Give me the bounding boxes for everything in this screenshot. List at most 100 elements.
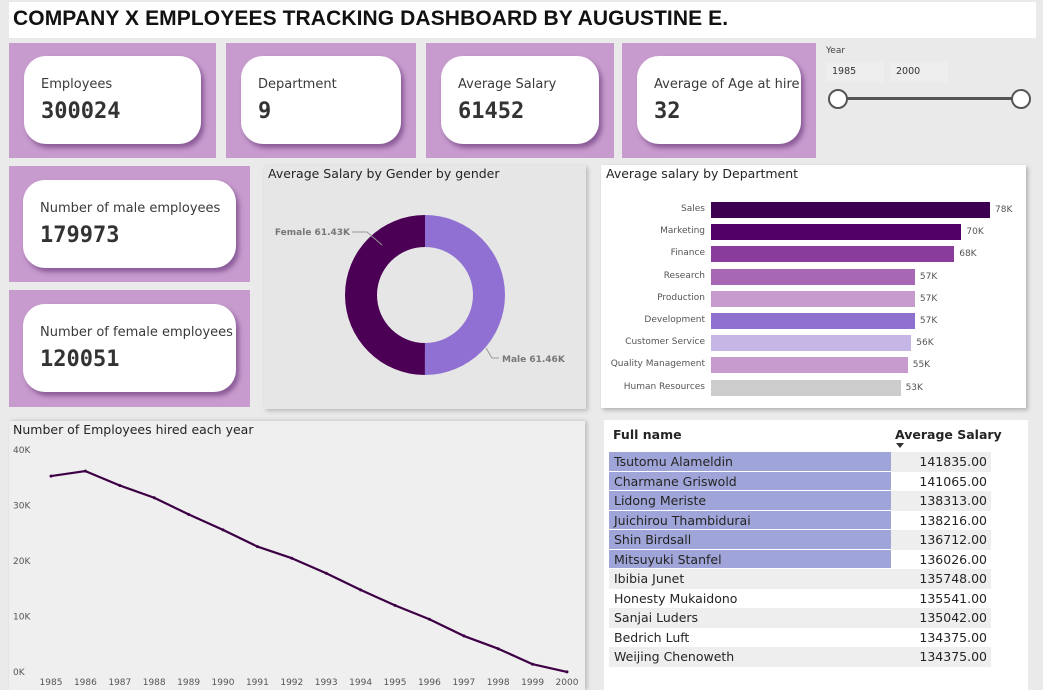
hires-data-point[interactable]	[83, 469, 87, 473]
hires-data-point[interactable]	[531, 662, 535, 666]
table-row[interactable]: Shin Birdsall 136712.00	[609, 530, 991, 550]
hires-data-point[interactable]	[221, 528, 225, 532]
kpi-card-department[interactable]: Department 9	[241, 56, 401, 144]
slicer-track[interactable]	[838, 97, 1021, 100]
leader-line-male	[485, 347, 499, 359]
table-header-name[interactable]: Full name	[613, 427, 682, 442]
table-row[interactable]: Sanjai Luders 135042.00	[609, 608, 991, 628]
table-row[interactable]: Lidong Meriste 138313.00	[609, 491, 991, 511]
bar-category-label: Customer Service	[625, 337, 705, 348]
kpi-card-average-age[interactable]: Average of Age at hire 32	[637, 56, 801, 144]
x-tick-label: 1998	[487, 678, 510, 688]
hires-data-point[interactable]	[462, 634, 466, 638]
hires-data-point[interactable]	[565, 670, 569, 674]
x-tick-label: 1989	[177, 678, 200, 688]
hires-data-point[interactable]	[393, 603, 397, 607]
cell-average-salary: 134375.00	[891, 647, 991, 667]
cell-average-salary: 135748.00	[891, 569, 991, 589]
cell-average-salary: 135541.00	[891, 588, 991, 608]
hires-data-point[interactable]	[187, 512, 191, 516]
cell-average-salary: 134375.00	[891, 627, 991, 647]
bar-category-label: Development	[644, 315, 705, 325]
kpi-card-female[interactable]: Number of female employees 120051	[23, 304, 236, 392]
bar-category-label: Human Resources	[623, 381, 705, 392]
x-tick-label: 1993	[315, 678, 338, 688]
kpi-value: 179973	[40, 223, 120, 248]
bar-value-label: 53K	[905, 382, 923, 393]
bar-value-label: 68K	[959, 249, 977, 260]
hires-data-point[interactable]	[152, 496, 156, 500]
sort-desc-icon[interactable]	[896, 443, 904, 448]
kpi-card-male[interactable]: Number of male employees 179973	[23, 180, 236, 268]
slicer-start-input[interactable]: 1985	[826, 62, 884, 82]
bar-customer-service[interactable]	[711, 335, 912, 352]
cell-full-name: Honesty Mukaidono	[609, 588, 891, 608]
cell-average-salary: 135042.00	[891, 608, 991, 628]
cell-full-name: Ibibia Junet	[609, 569, 891, 589]
kpi-card-employees[interactable]: Employees 300024	[24, 56, 201, 144]
hires-data-point[interactable]	[255, 545, 259, 549]
bar-value-label: 57K	[919, 293, 938, 304]
bar-quality-management[interactable]	[711, 357, 908, 374]
table-row[interactable]: Tsutomu Alameldin 141835.00	[609, 452, 991, 472]
slicer-start-handle[interactable]	[828, 89, 848, 109]
donut-slice-female[interactable]	[344, 215, 425, 375]
bar-category-label: Finance	[670, 248, 705, 259]
x-tick-label: 1987	[108, 678, 131, 688]
donut-slice-male[interactable]	[424, 215, 505, 375]
kpi-tile-department: Department 9	[226, 43, 416, 158]
x-tick-label: 1988	[143, 678, 166, 688]
kpi-label: Department	[258, 77, 337, 92]
hires-data-point[interactable]	[427, 617, 431, 621]
kpi-tile-average-age: Average of Age at hire 32	[622, 43, 816, 158]
bar-value-label: 55K	[912, 360, 931, 371]
bar-finance[interactable]	[711, 246, 955, 263]
table-row[interactable]: Mitsuyuki Stanfel 136026.00	[609, 549, 991, 569]
cell-average-salary: 138216.00	[891, 510, 991, 530]
y-tick-label: 20K	[13, 557, 31, 567]
cell-full-name: Juichirou Thambidurai	[609, 510, 891, 530]
kpi-value: 32	[654, 99, 681, 124]
bar-sales[interactable]	[711, 202, 990, 218]
hires-data-point[interactable]	[324, 571, 328, 575]
x-tick-label: 2000	[556, 678, 579, 688]
table-row[interactable]: Honesty Mukaidono 135541.00	[609, 588, 991, 608]
cell-full-name: Bedrich Luft	[609, 627, 891, 647]
table-row[interactable]: Ibibia Junet 135748.00	[609, 569, 991, 589]
hires-line-chart[interactable]: 0K 10K 20K 30K 40K 1985 1986 1987 1988 1989 1990 19…	[9, 421, 585, 690]
kpi-value: 61452	[458, 99, 525, 124]
year-slicer: Year 1985 2000	[822, 42, 1036, 158]
hires-line-panel: Number of Employees hired each year 0K 10…	[9, 421, 585, 690]
table-row[interactable]: Charmane Griswold 141065.00	[609, 471, 991, 491]
kpi-card-average-salary[interactable]: Average Salary 61452	[441, 56, 599, 144]
bar-category-label: Quality Management	[610, 359, 705, 370]
hires-data-point[interactable]	[118, 484, 122, 488]
table-body: Tsutomu Alameldin 141835.00 Charmane Grisw…	[609, 452, 991, 678]
y-tick-label: 0K	[13, 668, 26, 678]
kpi-tile-average-salary: Average Salary 61452	[426, 43, 614, 158]
kpi-value: 300024	[41, 99, 121, 124]
x-tick-label: 1986	[74, 678, 97, 688]
bar-human-resources[interactable]	[711, 379, 901, 396]
hires-data-point[interactable]	[359, 588, 363, 592]
cell-full-name: Shin Birdsall	[609, 530, 891, 550]
slicer-end-handle[interactable]	[1011, 89, 1031, 109]
gender-donut-chart[interactable]: Female 61.43K Male 61.46K	[264, 165, 586, 409]
table-header-salary[interactable]: Average Salary	[895, 427, 1002, 442]
x-tick-label: 1999	[521, 678, 544, 688]
bar-production[interactable]	[711, 290, 915, 307]
table-row[interactable]: Bedrich Luft 134375.00	[609, 627, 991, 647]
hires-line-series[interactable]	[50, 469, 568, 674]
x-tick-label: 1992	[280, 678, 303, 688]
hires-data-point[interactable]	[496, 647, 500, 651]
x-tick-label: 1996	[418, 678, 441, 688]
slicer-end-input[interactable]: 2000	[890, 62, 948, 82]
bar-research[interactable]	[711, 268, 915, 285]
bar-development[interactable]	[711, 313, 915, 329]
cell-full-name: Tsutomu Alameldin	[609, 452, 891, 472]
bar-marketing[interactable]	[711, 224, 962, 241]
hires-data-point[interactable]	[49, 474, 53, 478]
hires-data-point[interactable]	[290, 556, 294, 560]
table-row[interactable]: Weijing Chenoweth 134375.00	[609, 647, 991, 667]
table-row[interactable]: Juichirou Thambidurai 138216.00	[609, 510, 991, 530]
